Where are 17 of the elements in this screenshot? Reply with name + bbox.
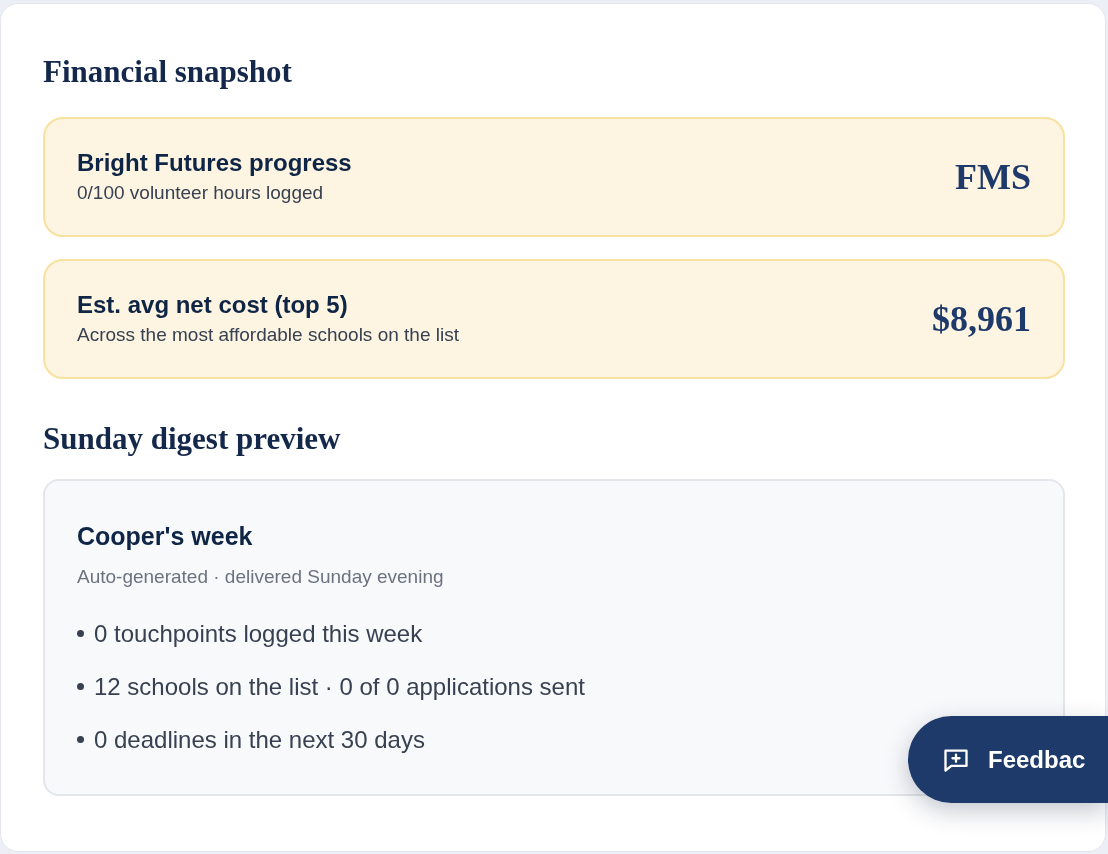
digest-title: Cooper's week bbox=[77, 521, 254, 552]
stat-title: Bright Futures progress bbox=[77, 148, 352, 178]
stat-value: $8,961 bbox=[932, 298, 1031, 340]
bullet-icon bbox=[77, 683, 84, 690]
stat-subtitle: 0/100 volunteer hours logged bbox=[77, 181, 325, 205]
digest-item: 0 deadlines in the next 30 days bbox=[94, 725, 425, 755]
digest-item: 0 touchpoints logged this week bbox=[94, 619, 423, 649]
section-heading: Financial snapshot bbox=[43, 53, 293, 91]
bullet-icon bbox=[77, 630, 84, 637]
stat-title: Est. avg net cost (top 5) bbox=[77, 290, 349, 320]
feedback-button[interactable]: Feedbac bbox=[908, 716, 1108, 803]
section-heading: Sunday digest preview bbox=[43, 420, 342, 458]
digest-item: 12 schools on the list · 0 of 0 applications sent bbox=[94, 672, 585, 702]
stat-subtitle: Across the most affordable schools on the list bbox=[77, 323, 459, 347]
stat-value: FMS bbox=[955, 156, 1031, 198]
digest-subtitle: Auto-generated · delivered Sunday evening bbox=[77, 565, 445, 589]
bullet-icon bbox=[77, 736, 84, 743]
